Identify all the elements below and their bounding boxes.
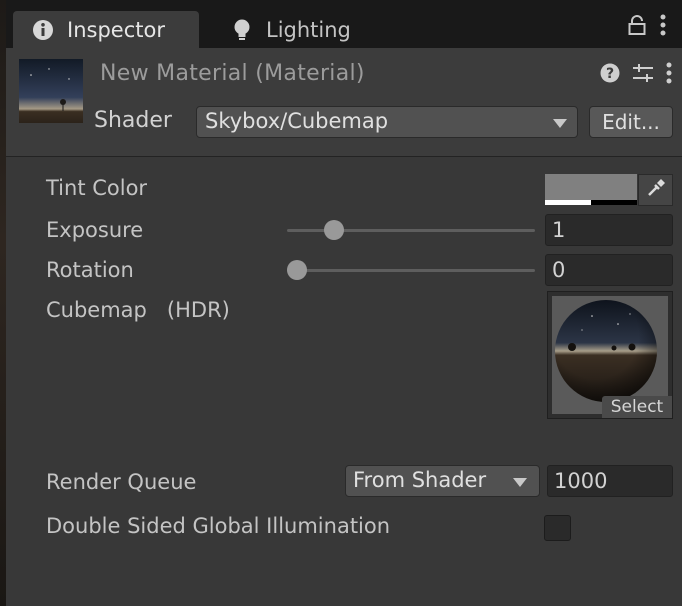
material-header: New Material (Material) ? Shader Skybox/…: [6, 48, 682, 157]
tint-color-field[interactable]: [545, 174, 637, 206]
tab-bar: Inspector Lighting: [6, 0, 682, 48]
chevron-down-icon: [513, 478, 527, 487]
tab-inspector[interactable]: Inspector: [13, 11, 199, 48]
render-queue-dropdown[interactable]: From Shader: [345, 465, 540, 497]
cubemap-select-button[interactable]: Select: [602, 396, 672, 418]
preset-sliders-icon[interactable]: [632, 63, 654, 87]
tint-alpha-bar: [545, 200, 637, 205]
shader-dropdown-value: Skybox/Cubemap: [205, 109, 389, 133]
eyedropper-icon: [646, 178, 666, 202]
material-preview-thumbnail: [19, 59, 83, 123]
color-picker-button[interactable]: [638, 174, 673, 206]
exposure-slider-thumb[interactable]: [324, 220, 345, 240]
tint-color-swatch: [545, 174, 637, 200]
material-title: New Material (Material): [100, 61, 365, 86]
rotation-slider-thumb[interactable]: [287, 260, 307, 280]
double-sided-gi-checkbox[interactable]: [544, 515, 571, 541]
rotation-input[interactable]: 0: [545, 254, 673, 286]
rotation-label: Rotation: [46, 258, 134, 282]
tabbar-actions: [628, 14, 666, 40]
double-sided-gi-label: Double Sided Global Illumination: [46, 514, 391, 538]
render-queue-label: Render Queue: [46, 470, 197, 494]
cubemap-hdr-hint: (HDR): [166, 298, 230, 322]
exposure-label: Exposure: [46, 218, 144, 242]
kebab-menu-icon[interactable]: [660, 14, 666, 40]
inspector-panel: New Material (Material) ? Shader Skybox/…: [6, 48, 682, 606]
tint-alpha-fill: [545, 200, 591, 205]
lock-icon[interactable]: [628, 15, 646, 39]
edit-shader-button[interactable]: Edit...: [589, 106, 673, 138]
chevron-down-icon: [553, 119, 567, 128]
shader-label: Shader: [94, 108, 172, 133]
cubemap-label-text: Cubemap: [46, 298, 147, 322]
tab-inspector-label: Inspector: [67, 17, 165, 42]
help-icon[interactable]: ?: [600, 63, 620, 87]
cubemap-label: Cubemap (HDR): [46, 298, 230, 322]
tint-color-label: Tint Color: [46, 176, 148, 200]
lightbulb-icon: [228, 16, 256, 44]
shader-dropdown[interactable]: Skybox/Cubemap: [196, 106, 578, 138]
exposure-input[interactable]: 1: [545, 214, 673, 246]
render-queue-input[interactable]: 1000: [547, 465, 673, 497]
material-header-actions: ?: [600, 62, 672, 88]
svg-text:?: ?: [606, 66, 614, 82]
rotation-slider-track[interactable]: [287, 269, 535, 272]
tab-lighting[interactable]: Lighting: [212, 11, 382, 48]
info-icon: [29, 16, 57, 44]
tab-lighting-label: Lighting: [266, 17, 351, 42]
cubemap-texture-slot[interactable]: Select: [547, 291, 673, 419]
kebab-menu-icon[interactable]: [666, 62, 672, 88]
render-queue-dropdown-value: From Shader: [353, 468, 487, 492]
